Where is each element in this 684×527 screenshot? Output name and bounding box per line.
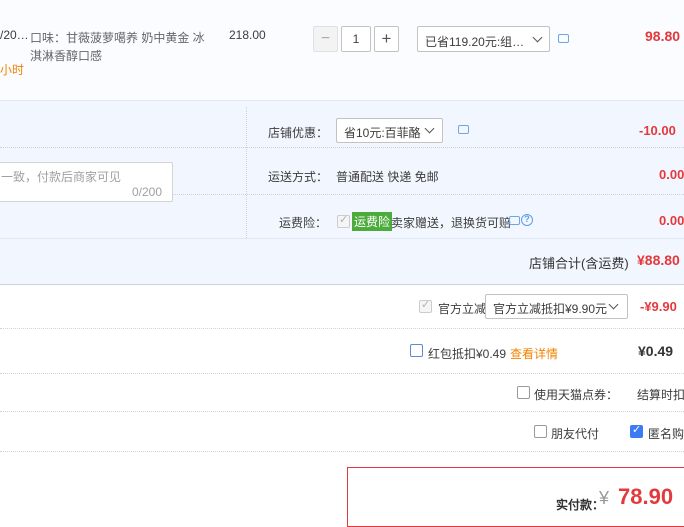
official-discount-row: ✓ 官方立减 官方立减抵扣¥9.90元 -¥9.90 xyxy=(0,285,684,329)
panel-divider-3 xyxy=(0,238,684,239)
quantity-minus-button[interactable]: − xyxy=(313,26,338,52)
seller-message-textarea[interactable]: 一致，付款后商家可见 0/200 xyxy=(0,162,173,202)
item-spec-line1: 口味：甘薇菠萝噶养 奶中黄金 冰 xyxy=(30,31,205,45)
shop-total-label: 店铺合计(含运费) xyxy=(529,256,629,271)
panel-divider-vertical xyxy=(246,107,247,238)
check-icon: ✓ xyxy=(339,214,349,226)
shop-total-value: ¥88.80 xyxy=(637,252,680,268)
item-promo-select[interactable]: 已省119.20元:组… xyxy=(417,26,550,52)
redpacket-checkbox[interactable] xyxy=(410,344,423,357)
message-icon[interactable] xyxy=(558,34,569,43)
message-icon[interactable] xyxy=(458,125,469,134)
seller-message-placeholder: 一致，付款后商家可见 xyxy=(1,170,122,184)
chevron-down-icon xyxy=(424,123,435,134)
shop-discount-select-value: 省10元:百菲酪 xyxy=(344,126,421,140)
redpacket-amount: ¥0.49 xyxy=(638,343,674,359)
delivery-time-fragment: 小时 xyxy=(0,63,25,77)
check-icon: ✓ xyxy=(632,424,642,436)
shop-panel: 一致，付款后商家可见 0/200 店铺优惠： 省10元:百菲酪 -10.00 运… xyxy=(0,100,684,285)
anonymous-label: 匿名购买 xyxy=(648,427,684,441)
friend-pay-checkbox[interactable] xyxy=(534,425,547,438)
shop-discount-select[interactable]: 省10元:百菲酪 xyxy=(336,118,443,143)
item-row: /20… 小时 口味：甘薇菠萝噶养 奶中黄金 冰 淇淋香醇口感 218.00 −… xyxy=(0,0,684,100)
payment-currency: ¥ xyxy=(599,488,610,508)
unit-price: 218.00 xyxy=(229,28,266,42)
quantity-stepper: − 1 + xyxy=(313,26,399,52)
insurance-badge: 运费险 xyxy=(352,212,393,231)
redpacket-row: 红包抵扣¥0.49 查看详情 ¥0.49 xyxy=(0,329,684,374)
coupon-note: 结算时扣除 xyxy=(637,388,684,402)
insurance-label: 运费险： xyxy=(279,216,328,230)
payment-amount: 78.90 xyxy=(618,484,674,509)
quantity-input[interactable]: 1 xyxy=(341,26,371,52)
shop-discount-label: 店铺优惠： xyxy=(268,126,329,140)
coupon-row: 使用天猫点券： 结算时扣除 xyxy=(0,374,684,412)
shipping-label: 运送方式： xyxy=(268,170,329,184)
shop-discount-amount: -10.00 xyxy=(639,123,676,138)
friend-pay-label: 朋友代付 xyxy=(551,427,600,441)
quantity-plus-button[interactable]: + xyxy=(374,26,399,52)
options-row: 朋友代付 ✓ 匿名购买 xyxy=(0,412,684,452)
item-spec-line2: 淇淋香醇口感 xyxy=(30,49,103,63)
payment-summary-box: 实付款： ¥ 78.90 xyxy=(347,467,684,527)
item-subtotal: 98.80 xyxy=(645,28,681,44)
redpacket-details-link[interactable]: 查看详情 xyxy=(510,345,558,362)
insurance-amount: 0.00 xyxy=(659,213,684,228)
chevron-down-icon xyxy=(532,32,543,43)
check-icon: ✓ xyxy=(421,299,431,311)
help-icon[interactable]: ? xyxy=(521,214,533,226)
seller-message-count: 0/200 xyxy=(132,185,163,199)
shipping-amount: 0.00 xyxy=(659,167,684,182)
item-promo-select-value: 已省119.20元:组… xyxy=(425,35,525,49)
shipping-method: 普通配送 快递 免邮 xyxy=(336,170,439,184)
official-discount-label: 官方立减 xyxy=(438,302,487,316)
official-discount-select-value: 官方立减抵扣¥9.90元 xyxy=(493,302,608,316)
official-discount-amount: -¥9.90 xyxy=(640,299,677,314)
official-discount-select[interactable]: 官方立减抵扣¥9.90元 xyxy=(485,294,628,319)
item-title-fragment[interactable]: /20… xyxy=(0,28,29,42)
panel-divider-1 xyxy=(0,147,684,148)
message-icon[interactable] xyxy=(509,216,520,225)
chevron-down-icon xyxy=(608,299,619,310)
coupon-label: 使用天猫点券： xyxy=(534,388,619,402)
payment-label: 实付款： xyxy=(556,498,605,512)
coupon-checkbox[interactable] xyxy=(517,386,530,399)
insurance-text: 卖家赠送，退换货可赔 xyxy=(391,216,512,230)
redpacket-label: 红包抵扣¥0.49 xyxy=(428,347,507,361)
